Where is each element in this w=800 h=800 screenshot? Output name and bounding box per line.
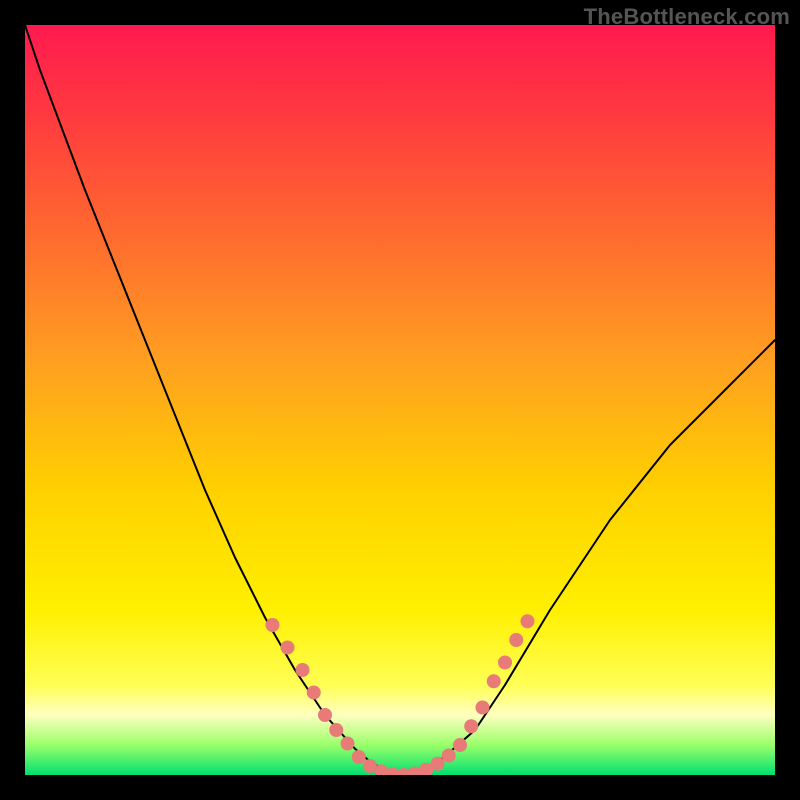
data-point xyxy=(341,737,355,751)
data-point xyxy=(453,738,467,752)
data-point xyxy=(521,614,535,628)
data-point xyxy=(431,757,445,771)
data-point xyxy=(318,708,332,722)
data-point xyxy=(498,656,512,670)
chart-svg xyxy=(25,25,775,775)
data-point xyxy=(281,641,295,655)
data-point xyxy=(442,749,456,763)
data-point xyxy=(464,719,478,733)
data-point xyxy=(296,663,310,677)
data-point xyxy=(487,674,501,688)
data-point xyxy=(266,618,280,632)
chart-container: TheBottleneck.com xyxy=(0,0,800,800)
data-point xyxy=(307,686,321,700)
data-point xyxy=(509,633,523,647)
plot-area xyxy=(25,25,775,775)
data-point xyxy=(352,750,366,764)
data-points xyxy=(266,614,535,775)
bottleneck-curve xyxy=(25,25,775,775)
data-point xyxy=(476,701,490,715)
data-point xyxy=(329,723,343,737)
